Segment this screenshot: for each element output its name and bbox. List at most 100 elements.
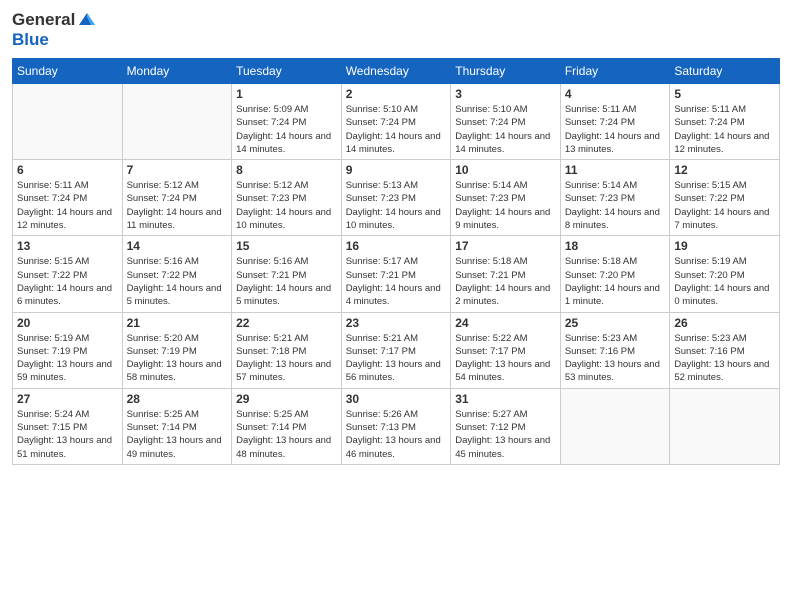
day-info: Sunrise: 5:22 AM Sunset: 7:17 PM Dayligh… — [455, 332, 556, 385]
day-number: 25 — [565, 316, 666, 330]
day-cell: 12Sunrise: 5:15 AM Sunset: 7:22 PM Dayli… — [670, 160, 780, 236]
day-info: Sunrise: 5:18 AM Sunset: 7:21 PM Dayligh… — [455, 255, 556, 308]
day-cell: 23 Sunrise: 5:21 AM Sunset: 7:17 PM Dayli… — [341, 312, 451, 388]
logo: General Blue — [12, 10, 97, 50]
weekday-header-tuesday: Tuesday — [232, 59, 342, 84]
day-number: 23 — [346, 316, 447, 330]
day-number: 6 — [17, 163, 118, 177]
day-number: 3 — [455, 87, 556, 101]
day-number: 17 — [455, 239, 556, 253]
day-cell: 15 Sunrise: 5:16 AM Sunset: 7:21 PM Dayli… — [232, 236, 342, 312]
day-info: Sunrise: 5:19 AM Sunset: 7:20 PM Dayligh… — [674, 255, 775, 308]
day-cell: 1Sunrise: 5:09 AM Sunset: 7:24 PM Daylig… — [232, 84, 342, 160]
weekday-header-wednesday: Wednesday — [341, 59, 451, 84]
day-number: 14 — [127, 239, 228, 253]
calendar-container: General Blue SundayMondayTuesdayWednesda… — [0, 0, 792, 612]
day-cell: 21 Sunrise: 5:20 AM Sunset: 7:19 PM Dayli… — [122, 312, 232, 388]
day-number: 7 — [127, 163, 228, 177]
day-number: 20 — [17, 316, 118, 330]
day-info: Sunrise: 5:11 AM Sunset: 7:24 PM Dayligh… — [674, 103, 775, 156]
day-info: Sunrise: 5:11 AM Sunset: 7:24 PM Dayligh… — [565, 103, 666, 156]
day-info: Sunrise: 5:26 AM Sunset: 7:13 PM Dayligh… — [346, 408, 447, 461]
day-number: 4 — [565, 87, 666, 101]
day-cell: 20 Sunrise: 5:19 AM Sunset: 7:19 PM Dayli… — [13, 312, 123, 388]
day-info: Sunrise: 5:20 AM Sunset: 7:19 PM Dayligh… — [127, 332, 228, 385]
day-number: 21 — [127, 316, 228, 330]
day-cell — [560, 388, 670, 464]
day-cell: 3 Sunrise: 5:10 AM Sunset: 7:24 PM Daylig… — [451, 84, 561, 160]
day-info: Sunrise: 5:18 AM Sunset: 7:20 PM Dayligh… — [565, 255, 666, 308]
week-row-5: 27 Sunrise: 5:24 AM Sunset: 7:15 PM Dayli… — [13, 388, 780, 464]
day-info: Sunrise: 5:24 AM Sunset: 7:15 PM Dayligh… — [17, 408, 118, 461]
logo-general-text: General — [12, 10, 75, 30]
day-cell: 29Sunrise: 5:25 AM Sunset: 7:14 PM Dayli… — [232, 388, 342, 464]
day-number: 28 — [127, 392, 228, 406]
logo-blue-text: Blue — [12, 30, 49, 49]
day-cell: 28 Sunrise: 5:25 AM Sunset: 7:14 PM Dayli… — [122, 388, 232, 464]
day-cell: 17 Sunrise: 5:18 AM Sunset: 7:21 PM Dayli… — [451, 236, 561, 312]
day-info: Sunrise: 5:10 AM Sunset: 7:24 PM Dayligh… — [346, 103, 447, 156]
week-row-1: 1Sunrise: 5:09 AM Sunset: 7:24 PM Daylig… — [13, 84, 780, 160]
day-number: 1 — [236, 87, 337, 101]
week-row-4: 20 Sunrise: 5:19 AM Sunset: 7:19 PM Dayli… — [13, 312, 780, 388]
day-cell: 9 Sunrise: 5:13 AM Sunset: 7:23 PM Daylig… — [341, 160, 451, 236]
day-cell: 26Sunrise: 5:23 AM Sunset: 7:16 PM Dayli… — [670, 312, 780, 388]
day-info: Sunrise: 5:14 AM Sunset: 7:23 PM Dayligh… — [455, 179, 556, 232]
day-number: 27 — [17, 392, 118, 406]
day-number: 18 — [565, 239, 666, 253]
day-info: Sunrise: 5:16 AM Sunset: 7:21 PM Dayligh… — [236, 255, 337, 308]
day-number: 26 — [674, 316, 775, 330]
day-cell: 31 Sunrise: 5:27 AM Sunset: 7:12 PM Dayli… — [451, 388, 561, 464]
day-number: 24 — [455, 316, 556, 330]
day-info: Sunrise: 5:12 AM Sunset: 7:23 PM Dayligh… — [236, 179, 337, 232]
day-info: Sunrise: 5:11 AM Sunset: 7:24 PM Dayligh… — [17, 179, 118, 232]
day-number: 13 — [17, 239, 118, 253]
day-cell: 18 Sunrise: 5:18 AM Sunset: 7:20 PM Dayli… — [560, 236, 670, 312]
week-row-2: 6 Sunrise: 5:11 AM Sunset: 7:24 PM Daylig… — [13, 160, 780, 236]
day-info: Sunrise: 5:21 AM Sunset: 7:17 PM Dayligh… — [346, 332, 447, 385]
day-info: Sunrise: 5:14 AM Sunset: 7:23 PM Dayligh… — [565, 179, 666, 232]
day-cell: 19 Sunrise: 5:19 AM Sunset: 7:20 PM Dayli… — [670, 236, 780, 312]
day-cell: 22Sunrise: 5:21 AM Sunset: 7:18 PM Dayli… — [232, 312, 342, 388]
day-cell: 24 Sunrise: 5:22 AM Sunset: 7:17 PM Dayli… — [451, 312, 561, 388]
day-cell: 5 Sunrise: 5:11 AM Sunset: 7:24 PM Daylig… — [670, 84, 780, 160]
day-cell — [13, 84, 123, 160]
calendar-table: SundayMondayTuesdayWednesdayThursdayFrid… — [12, 58, 780, 465]
day-number: 16 — [346, 239, 447, 253]
day-cell: 8 Sunrise: 5:12 AM Sunset: 7:23 PM Daylig… — [232, 160, 342, 236]
day-number: 31 — [455, 392, 556, 406]
logo-icon — [77, 9, 97, 29]
day-info: Sunrise: 5:17 AM Sunset: 7:21 PM Dayligh… — [346, 255, 447, 308]
week-row-3: 13 Sunrise: 5:15 AM Sunset: 7:22 PM Dayli… — [13, 236, 780, 312]
day-cell: 27 Sunrise: 5:24 AM Sunset: 7:15 PM Dayli… — [13, 388, 123, 464]
day-cell: 6 Sunrise: 5:11 AM Sunset: 7:24 PM Daylig… — [13, 160, 123, 236]
day-cell: 10 Sunrise: 5:14 AM Sunset: 7:23 PM Dayli… — [451, 160, 561, 236]
day-number: 30 — [346, 392, 447, 406]
day-cell: 25Sunrise: 5:23 AM Sunset: 7:16 PM Dayli… — [560, 312, 670, 388]
day-cell — [670, 388, 780, 464]
weekday-header-sunday: Sunday — [13, 59, 123, 84]
day-number: 10 — [455, 163, 556, 177]
day-info: Sunrise: 5:19 AM Sunset: 7:19 PM Dayligh… — [17, 332, 118, 385]
day-info: Sunrise: 5:13 AM Sunset: 7:23 PM Dayligh… — [346, 179, 447, 232]
weekday-header-monday: Monday — [122, 59, 232, 84]
day-info: Sunrise: 5:25 AM Sunset: 7:14 PM Dayligh… — [127, 408, 228, 461]
day-number: 5 — [674, 87, 775, 101]
day-number: 29 — [236, 392, 337, 406]
day-info: Sunrise: 5:12 AM Sunset: 7:24 PM Dayligh… — [127, 179, 228, 232]
day-info: Sunrise: 5:15 AM Sunset: 7:22 PM Dayligh… — [674, 179, 775, 232]
day-number: 15 — [236, 239, 337, 253]
day-info: Sunrise: 5:16 AM Sunset: 7:22 PM Dayligh… — [127, 255, 228, 308]
day-info: Sunrise: 5:27 AM Sunset: 7:12 PM Dayligh… — [455, 408, 556, 461]
day-cell: 7 Sunrise: 5:12 AM Sunset: 7:24 PM Daylig… — [122, 160, 232, 236]
day-cell: 16 Sunrise: 5:17 AM Sunset: 7:21 PM Dayli… — [341, 236, 451, 312]
day-number: 8 — [236, 163, 337, 177]
weekday-header-friday: Friday — [560, 59, 670, 84]
day-number: 2 — [346, 87, 447, 101]
day-cell: 4 Sunrise: 5:11 AM Sunset: 7:24 PM Daylig… — [560, 84, 670, 160]
day-info: Sunrise: 5:15 AM Sunset: 7:22 PM Dayligh… — [17, 255, 118, 308]
day-number: 9 — [346, 163, 447, 177]
day-info: Sunrise: 5:10 AM Sunset: 7:24 PM Dayligh… — [455, 103, 556, 156]
day-number: 19 — [674, 239, 775, 253]
weekday-header-row: SundayMondayTuesdayWednesdayThursdayFrid… — [13, 59, 780, 84]
